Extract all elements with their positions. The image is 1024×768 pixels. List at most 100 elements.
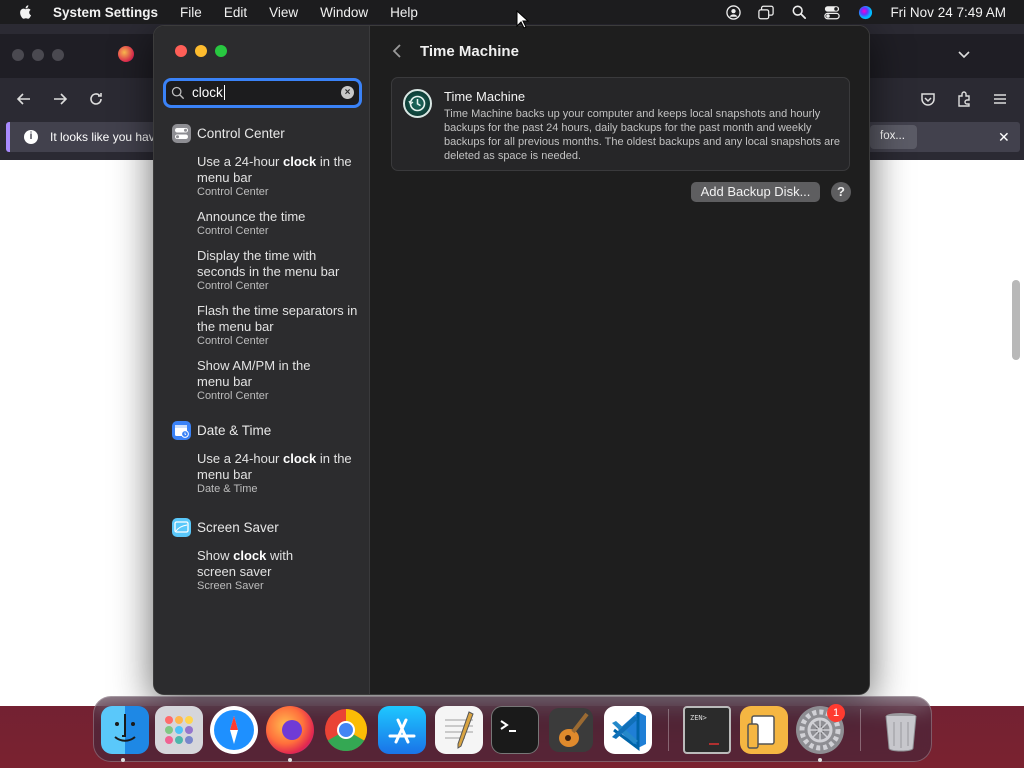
menu-file[interactable]: File — [180, 5, 202, 20]
forward-arrow-icon[interactable] — [51, 90, 69, 108]
result-group-control-center: Control Center Use a 24-hour clock in th… — [154, 122, 370, 403]
firefox-tab-icon[interactable] — [118, 46, 134, 62]
launchpad-icon[interactable] — [155, 706, 203, 754]
settings-sidebar: clock × Control Center Use a 24-hour clo… — [154, 26, 370, 694]
spotlight-icon[interactable] — [791, 4, 807, 20]
result-title: Show clock with screen saver — [197, 548, 294, 579]
menu-edit[interactable]: Edit — [224, 5, 247, 20]
safari-icon[interactable] — [210, 706, 258, 754]
display-icon[interactable] — [758, 4, 775, 20]
garageband-icon[interactable] — [547, 706, 595, 754]
running-indicator — [121, 758, 125, 762]
extensions-icon[interactable] — [955, 90, 973, 108]
menu-bar-clock[interactable]: Fri Nov 24 7:49 AM — [890, 5, 1006, 20]
preview-icon[interactable] — [740, 706, 788, 754]
pocket-icon[interactable] — [919, 90, 937, 108]
card-title: Time Machine — [444, 89, 526, 104]
result-group-date-time: Date & Time Use a 24-hour clock in the m… — [154, 419, 370, 496]
add-backup-disk-button[interactable]: Add Backup Disk... — [691, 182, 820, 202]
search-result-item[interactable]: Show AM/PM in the menu bar Control Cente… — [154, 358, 370, 403]
search-input[interactable]: clock — [192, 85, 225, 100]
result-title: Display the time with seconds in the men… — [197, 248, 340, 279]
browser-scrollbar[interactable] — [1012, 280, 1020, 360]
result-title: Use a 24-hour clock in the menu bar — [197, 451, 352, 482]
result-subtitle: Control Center — [197, 390, 269, 402]
zenmap-icon[interactable]: ZEN> — [683, 706, 731, 754]
time-machine-icon — [403, 89, 432, 118]
result-subtitle: Control Center — [197, 280, 269, 292]
zoom-window-button[interactable] — [215, 45, 227, 57]
notification-badge: 1 — [827, 704, 845, 722]
user-icon[interactable] — [725, 4, 741, 20]
result-subtitle: Control Center — [197, 225, 269, 237]
time-machine-info-card: Time Machine Time Machine backs up your … — [391, 77, 850, 171]
settings-detail-pane: Time Machine Time Machine Time Machine b… — [371, 26, 869, 694]
window-traffic-lights — [175, 45, 227, 57]
system-settings-window: clock × Control Center Use a 24-hour clo… — [153, 25, 870, 695]
close-window-button[interactable] — [175, 45, 187, 57]
result-subtitle: Control Center — [197, 335, 269, 347]
close-notification-icon[interactable]: ✕ — [998, 129, 1010, 146]
chrome-icon[interactable] — [322, 706, 370, 754]
finder-icon[interactable] — [101, 706, 149, 754]
group-header: Date & Time — [154, 419, 370, 441]
help-button[interactable]: ? — [831, 182, 851, 202]
search-result-item[interactable]: Use a 24-hour clock in the menu bar Date… — [154, 451, 370, 496]
app-store-icon[interactable] — [378, 706, 426, 754]
svg-text:ZEN>: ZEN> — [690, 714, 707, 722]
menu-bar: System Settings File Edit View Window He… — [0, 0, 1024, 24]
result-group-screen-saver: Screen Saver Show clock with screen save… — [154, 516, 370, 593]
terminal-icon[interactable] — [491, 706, 539, 754]
siri-icon[interactable] — [857, 4, 873, 20]
result-title: Use a 24-hour clock in the menu bar — [197, 154, 352, 185]
textedit-icon[interactable] — [435, 706, 483, 754]
menu-window[interactable]: Window — [320, 5, 368, 20]
mouse-cursor-icon — [516, 10, 529, 29]
chevron-down-icon[interactable] — [956, 46, 972, 62]
clear-search-icon[interactable]: × — [341, 86, 354, 99]
result-subtitle: Screen Saver — [197, 580, 264, 592]
screen-saver-icon — [172, 518, 191, 537]
group-title[interactable]: Date & Time — [197, 423, 271, 438]
search-icon — [171, 86, 184, 99]
minimize-window-button[interactable] — [195, 45, 207, 57]
back-arrow-icon[interactable] — [15, 90, 33, 108]
result-title: Announce the time — [197, 209, 306, 224]
status-area: Fri Nov 24 7:49 AM — [708, 0, 1006, 24]
menu-help[interactable]: Help — [390, 5, 418, 20]
running-indicator — [818, 758, 822, 762]
search-result-item[interactable]: Display the time with seconds in the men… — [154, 248, 370, 293]
search-result-item[interactable]: Flash the time separators in the menu ba… — [154, 303, 370, 348]
search-result-item[interactable]: Show clock with screen saver Screen Save… — [154, 548, 370, 593]
dock-separator — [668, 709, 669, 751]
result-subtitle: Control Center — [197, 186, 269, 198]
control-center-icon[interactable] — [824, 4, 841, 20]
group-title[interactable]: Control Center — [197, 126, 285, 141]
dock-separator — [860, 709, 861, 751]
firefox-icon[interactable] — [266, 706, 314, 754]
hamburger-menu-icon[interactable] — [991, 90, 1009, 108]
calendar-clock-icon — [172, 421, 191, 440]
menu-app-name[interactable]: System Settings — [53, 5, 158, 20]
apple-menu-icon[interactable] — [18, 4, 34, 20]
menu-view[interactable]: View — [269, 5, 298, 20]
search-field[interactable]: clock × — [163, 78, 362, 108]
browser-traffic-lights — [12, 49, 64, 61]
group-header: Screen Saver — [154, 516, 370, 538]
result-title: Show AM/PM in the menu bar — [197, 358, 311, 389]
back-chevron-icon[interactable] — [391, 43, 403, 59]
search-result-item[interactable]: Use a 24-hour clock in the menu bar Cont… — [154, 154, 370, 199]
info-icon: i — [24, 130, 38, 144]
running-indicator — [288, 758, 292, 762]
search-result-item[interactable]: Announce the time Control Center — [154, 209, 370, 238]
result-title: Flash the time separators in the menu ba… — [197, 303, 358, 334]
group-title[interactable]: Screen Saver — [197, 520, 279, 535]
dock: ZEN> 1 — [93, 696, 932, 762]
control-center-icon — [172, 124, 191, 143]
page-title: Time Machine — [420, 43, 519, 60]
vscode-icon[interactable] — [604, 706, 652, 754]
reload-icon[interactable] — [87, 90, 105, 108]
group-header: Control Center — [154, 122, 370, 144]
notification-action-button[interactable]: fox... — [870, 125, 917, 149]
trash-icon[interactable] — [877, 706, 925, 754]
